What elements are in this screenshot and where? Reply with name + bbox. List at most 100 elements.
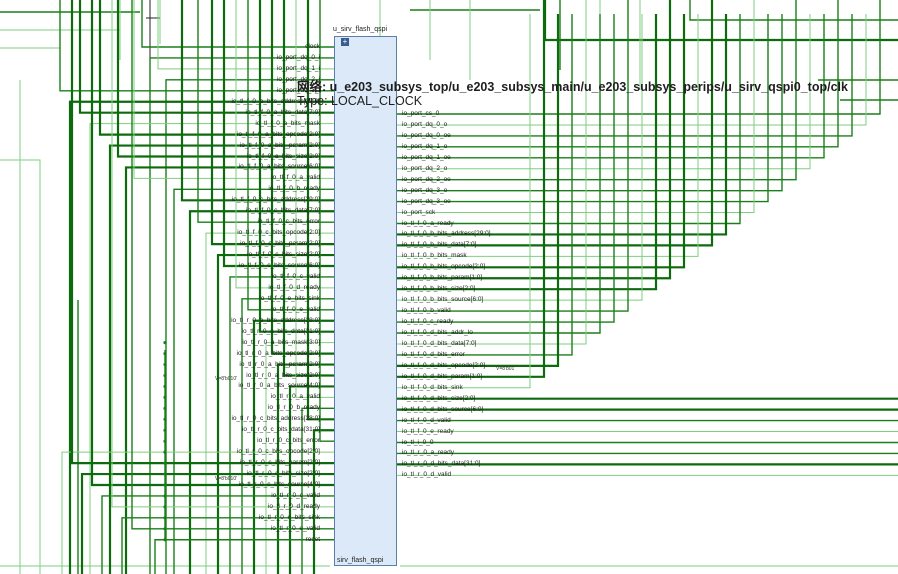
left-pin-label: io_tl_f_0_c_bits_param[2:0] bbox=[240, 240, 320, 248]
junction-dot bbox=[163, 439, 167, 443]
left-pin-label: io_tl_f_0_c_bits_size[2:0] bbox=[247, 251, 320, 259]
junction-dot bbox=[163, 362, 167, 367]
left-pin-label: io_tl_f_0_a_bits_opcode[2:0] bbox=[236, 130, 320, 138]
right-pin-label: io_port_dq_1_oe bbox=[402, 153, 451, 161]
left-pin-label: io_tl_r_0_c_bits_source[4:0] bbox=[238, 481, 320, 488]
left-pin-label: io_tl_r_0_e_valid bbox=[270, 524, 320, 532]
right-pin-label: io_port_dq_0_oe bbox=[402, 131, 451, 139]
right-pin-label: io_tl_f_0_d_bits_param[1:0] bbox=[402, 372, 483, 380]
net-tooltip: 网络: u_e203_subsys_top/u_e203_subsys_main… bbox=[297, 76, 848, 108]
right-pin-label: io_tl_r_0_d_bits_data[31:0] bbox=[402, 460, 481, 468]
right-pin-label: io_tl_f_0_d_bits_size[2:0] bbox=[402, 394, 476, 402]
left-pin-label: io_tl_f_0_c_bits_address[29:0] bbox=[231, 196, 320, 204]
value-label: V=8'b010' bbox=[215, 376, 238, 382]
right-pin-label: io_tl_f_0_b_bits_param[1:0] bbox=[402, 274, 483, 282]
left-pin-label: io_tl_r_0_b_ready bbox=[267, 404, 320, 412]
right-pin-label: io_tl_i_0_0 bbox=[402, 438, 434, 446]
right-pin-label: io_tl_f_0_d_bits_addr_lo bbox=[402, 329, 473, 336]
right-pin-label: io_tl_f_0_d_bits_sink bbox=[402, 383, 463, 391]
left-pin-label: io_tl_r_0_a_bits_source[4:0] bbox=[238, 382, 320, 390]
left-pin-label: io_tl_r_0_a_valid bbox=[270, 393, 320, 401]
right-pin-label: io_tl_f_0_d_bits_error bbox=[402, 350, 465, 358]
junction-dot bbox=[163, 527, 167, 531]
left-pin-label: io_tl_f_0_b_ready bbox=[268, 185, 320, 193]
left-pin-label: clock bbox=[305, 43, 320, 50]
value-label: V=8'b01' bbox=[496, 366, 516, 372]
left-pin-label: io_tl_f_0_a_bits_mask bbox=[255, 119, 320, 127]
right-pin-label: io_port_sck bbox=[402, 208, 436, 216]
value-label: V=8'b010' bbox=[215, 476, 238, 482]
left-pin-label: io_tl_r_0_c_bits_data[31:0] bbox=[241, 426, 320, 434]
left-pin-label: io_tl_r_0_a_bits_mask[3:0] bbox=[242, 338, 320, 346]
right-pin-label: io_tl_f_0_c_ready bbox=[402, 318, 454, 326]
left-pin-label: io_tl_f_0_a_bits_source[6:0] bbox=[238, 163, 320, 171]
junction-dot bbox=[163, 417, 167, 421]
right-pin-label: io_tl_f_0_d_bits_opcode[2:0] bbox=[402, 361, 486, 369]
left-pin-label: io_tl_r_0_c_bits_param[2:0] bbox=[239, 459, 320, 467]
instance-name: u_sirv_flash_qspi bbox=[333, 26, 388, 33]
left-pin-label: io_tl_r_0_a_bits_address[28:0] bbox=[231, 316, 320, 324]
left-pin-label: reset bbox=[305, 535, 320, 543]
right-pin-label: io_tl_f_0_e_ready bbox=[402, 427, 454, 435]
left-pin-label: io_tl_f_0_c_bits_source[6:0] bbox=[239, 262, 320, 269]
right-pin-label: io_tl_f_0_b_bits_size[2:0] bbox=[402, 285, 476, 293]
left-pin-wire bbox=[154, 539, 334, 574]
right-pin-label: io_port_cs_0 bbox=[402, 110, 440, 117]
junction-dot bbox=[163, 373, 167, 378]
left-pin-label: io_tl_f_0_e_valid bbox=[271, 305, 320, 313]
right-pin-wire bbox=[397, 14, 741, 225]
left-pin-label: io_tl_r_0_d_ready bbox=[267, 502, 320, 510]
left-pin-label: io_tl_f_0_c_valid bbox=[271, 272, 320, 280]
junction-dot bbox=[163, 505, 167, 509]
right-pin-label: io_tl_f_0_b_bits_source[6:0] bbox=[402, 296, 484, 304]
right-pin-label: io_tl_f_0_b_bits_opcode[2:0] bbox=[402, 263, 486, 271]
right-pin-label: io_tl_f_0_d_bits_source[6:0] bbox=[402, 405, 484, 413]
junction-dot bbox=[163, 538, 167, 542]
junction-dot bbox=[163, 428, 167, 432]
right-pin-label: io_tl_f_0_a_ready bbox=[402, 219, 454, 227]
left-pin-label: io_tl_r_0_c_bits_opcode[2:0] bbox=[236, 448, 320, 456]
left-pin-label: io_tl_f_0_c_bits_error bbox=[257, 218, 320, 226]
right-pin-label: io_tl_f_0_b_bits_mask bbox=[402, 252, 467, 260]
left-pin-label: io_tl_r_0_a_bits_opcode[2:0] bbox=[236, 349, 320, 357]
left-pin-label: io_port_dq_0_i bbox=[276, 53, 320, 61]
junction-dot bbox=[163, 352, 167, 356]
right-pin-wire bbox=[397, 14, 853, 137]
left-pin-label: io_tl_f_0_e_bits_sink bbox=[259, 294, 320, 302]
right-pin-label: io_tl_r_0_d_valid bbox=[402, 471, 452, 479]
left-pin-label: io_port_dq_1_i bbox=[276, 64, 320, 72]
left-pin-label: io_tl_f_0_a_bits_param[2:0] bbox=[239, 141, 320, 149]
junction-dot bbox=[163, 461, 167, 465]
right-pin-label: io_port_dq_2_o bbox=[402, 164, 448, 172]
left-pin-label: io_tl_r_0_c_bits_address[28:0] bbox=[231, 415, 320, 423]
right-pin-label: io_port_dq_0_o bbox=[402, 120, 448, 128]
right-pin-label: io_port_dq_1_o bbox=[402, 142, 448, 150]
junction-dot bbox=[163, 472, 167, 476]
junction-dot bbox=[163, 516, 167, 520]
sirv-flash-qspi-block[interactable] bbox=[334, 36, 397, 566]
right-pin-label: io_tl_f_0_b_bits_data[7:0] bbox=[402, 241, 477, 249]
right-pin-label: io_tl_f_0_d_bits_data[7:0] bbox=[402, 339, 477, 347]
right-pin-label: io_tl_f_0_d_valid bbox=[402, 416, 451, 424]
junction-dot bbox=[163, 494, 167, 498]
left-pin-label: io_tl_r_0_e_bits_sink bbox=[258, 513, 320, 521]
right-pin-label: io_tl_r_0_a_ready bbox=[402, 449, 455, 457]
left-pin-label: io_tl_r_0_c_bits_size[2:0] bbox=[246, 470, 320, 478]
expand-icon[interactable]: + bbox=[341, 38, 349, 46]
left-pin-label: io_tl_f_0_d_ready bbox=[268, 283, 320, 291]
left-pin-wire bbox=[141, 0, 334, 48]
left-pin-label: io_tl_f_0_a_bits_size[2:0] bbox=[246, 152, 320, 160]
junction-dot bbox=[163, 395, 167, 399]
left-pin-label: io_tl_r_0_a_bits_param[2:0] bbox=[239, 360, 320, 368]
junction-dot bbox=[163, 341, 167, 345]
junction-dot bbox=[163, 483, 167, 487]
junction-dot bbox=[163, 406, 167, 410]
left-pin-label: io_tl_f_0_a_valid bbox=[271, 174, 320, 182]
junction-dot bbox=[163, 384, 167, 389]
left-pin-label: io_tl_r_0_c_valid bbox=[271, 491, 320, 499]
tooltip-net-label: 网络: u_e203_subsys_top/u_e203_subsys_main… bbox=[297, 80, 848, 94]
right-pin-label: io_tl_f_0_b_valid bbox=[402, 307, 451, 315]
right-pin-label: io_port_dq_3_oe bbox=[402, 197, 451, 205]
left-pin-label: io_tl_r_0_c_bits_error bbox=[257, 437, 320, 445]
right-pin-wire bbox=[397, 14, 686, 269]
